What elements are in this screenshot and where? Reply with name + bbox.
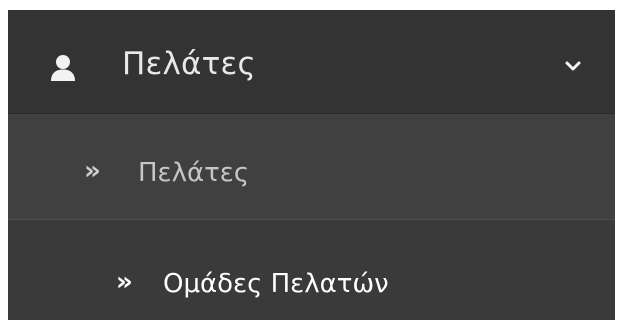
submenu-item-customer-groups[interactable]: » Ομάδες Πελατών	[8, 220, 615, 320]
submenu-item-label: Ομάδες Πελατών	[163, 269, 389, 299]
menu-group-label: Πελάτες	[122, 46, 256, 82]
user-icon	[50, 54, 76, 82]
menu-group-customers-header[interactable]: Πελάτες	[8, 10, 615, 114]
chevron-down-icon[interactable]	[563, 59, 583, 73]
double-chevron-right-icon: »	[116, 267, 133, 297]
submenu-item-label: Πελάτες	[138, 158, 250, 188]
sidebar-menu-customers: Πελάτες » Πελάτες » Ομάδες Πελατών	[8, 10, 615, 320]
submenu-item-customers[interactable]: » Πελάτες	[8, 114, 615, 220]
double-chevron-right-icon: »	[84, 156, 101, 186]
